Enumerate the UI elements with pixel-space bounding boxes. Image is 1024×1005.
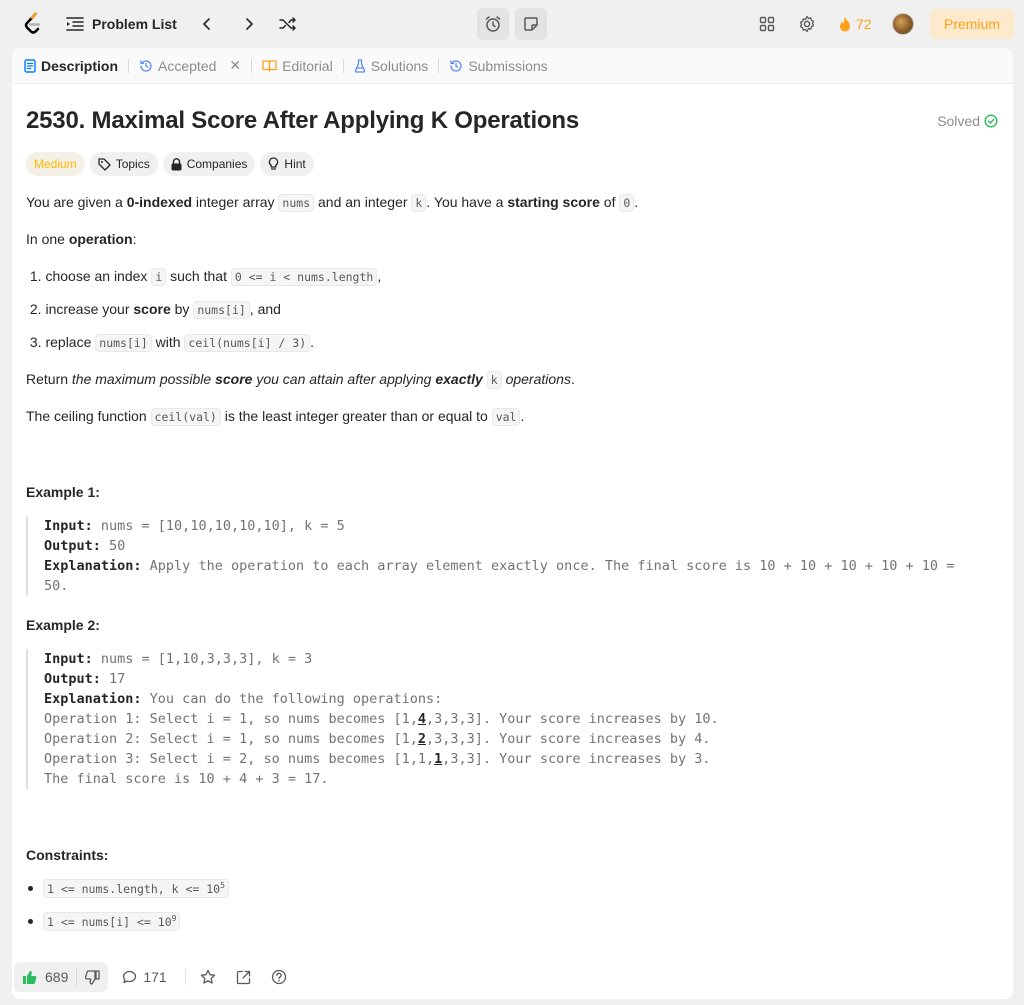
tab-description[interactable]: Description <box>24 58 118 74</box>
lock-icon <box>171 157 182 170</box>
topics-tag[interactable]: Topics <box>89 152 158 176</box>
example-1-block: Input: nums = [10,10,10,10,10], k = 5 Ou… <box>26 516 998 596</box>
like-button[interactable]: 689 <box>14 962 76 992</box>
premium-button[interactable]: Premium <box>930 9 1014 39</box>
question-circle-icon <box>271 969 286 985</box>
example-2-header: Example 2: <box>26 617 100 633</box>
tab-divider <box>342 58 344 73</box>
solved-status: Solved <box>937 113 998 129</box>
constraints-header: Constraints: <box>26 847 109 863</box>
layout-icon[interactable] <box>756 13 778 35</box>
document-icon <box>24 58 36 73</box>
problem-panel: Description Accepted ✕ Editorial Solutio… <box>12 48 1013 999</box>
vote-group: 689 <box>14 962 109 992</box>
user-avatar[interactable] <box>891 13 914 35</box>
streak-counter[interactable]: 72 <box>838 16 872 33</box>
ceil-note: The ceiling function ceil(val) is the le… <box>26 408 525 426</box>
streak-count: 72 <box>856 16 872 32</box>
constraint-item: 1 <= nums.length, k <= 105 <box>26 879 229 898</box>
tab-divider <box>128 58 130 73</box>
bottom-divider <box>184 969 186 985</box>
bullet-dot <box>28 918 33 924</box>
center-toolbar <box>477 8 547 40</box>
tag-icon <box>98 157 111 171</box>
tab-editorial[interactable]: Editorial <box>262 58 333 74</box>
history-icon <box>450 59 462 72</box>
alarm-clock-icon <box>485 16 501 32</box>
note-icon <box>524 17 538 31</box>
star-icon <box>200 969 215 984</box>
close-icon[interactable]: ✕ <box>229 57 241 74</box>
problem-list-nav: Problem List <box>66 12 297 36</box>
history-icon <box>140 59 152 72</box>
prev-problem-icon[interactable] <box>195 12 219 36</box>
statement-paragraph: You are given a 0-indexed integer array … <box>26 194 639 212</box>
lightbulb-icon <box>269 157 279 170</box>
example-1-header: Example 1: <box>26 484 100 500</box>
notes-button[interactable] <box>515 8 547 40</box>
hint-tag[interactable]: Hint <box>260 152 314 176</box>
timer-button[interactable] <box>477 8 509 40</box>
step-2: 2. increase your score by nums[i], and <box>26 301 281 319</box>
top-navbar: Problem List 72 Premium <box>0 0 1024 48</box>
user-toolbar: 72 <box>756 8 914 40</box>
book-icon <box>262 60 277 72</box>
return-statement: Return the maximum possible score you ca… <box>26 371 575 389</box>
next-problem-icon[interactable] <box>237 12 261 36</box>
problem-list-link[interactable]: Problem List <box>92 16 177 32</box>
favorite-button[interactable] <box>200 969 216 985</box>
tab-solutions[interactable]: Solutions <box>354 58 428 74</box>
step-1: 1. choose an index i such that 0 <= i < … <box>26 268 382 286</box>
constraint-item: 1 <= nums[i] <= 109 <box>26 912 181 931</box>
difficulty-badge: Medium <box>26 152 85 176</box>
thumbs-up-icon <box>23 970 37 984</box>
comment-icon <box>123 970 137 983</box>
comment-count: 171 <box>143 969 167 985</box>
problem-tags: Medium Topics Companies Hint <box>26 152 314 176</box>
list-icon[interactable] <box>66 16 84 32</box>
panel-tabs: Description Accepted ✕ Editorial Solutio… <box>12 48 1013 84</box>
tab-submissions[interactable]: Submissions <box>449 58 548 74</box>
share-icon <box>236 970 250 984</box>
shuffle-icon[interactable] <box>279 16 297 32</box>
tab-divider <box>251 58 253 73</box>
fire-icon <box>840 16 850 31</box>
tab-accepted[interactable]: Accepted ✕ <box>139 57 241 74</box>
flask-icon <box>354 58 365 73</box>
share-button[interactable] <box>236 970 251 985</box>
like-count: 689 <box>45 969 69 985</box>
thumbs-down-icon <box>85 969 101 985</box>
operation-intro: In one operation: <box>26 231 137 247</box>
problem-title: 2530. Maximal Score After Applying K Ope… <box>26 107 579 134</box>
bottom-action-bar: 689 171 <box>12 955 1013 999</box>
step-3: 3. replace nums[i] with ceil(nums[i] / 3… <box>26 334 315 352</box>
bullet-dot <box>28 885 33 891</box>
leetcode-logo[interactable] <box>22 12 44 36</box>
example-2-block: Input: nums = [1,10,3,3,3], k = 3 Output… <box>26 649 998 789</box>
dislike-button[interactable] <box>77 962 108 992</box>
companies-tag[interactable]: Companies <box>162 152 256 176</box>
settings-gear-icon[interactable] <box>796 13 818 35</box>
help-button[interactable] <box>271 969 287 985</box>
comments-button[interactable]: 171 <box>122 969 167 985</box>
tab-divider <box>438 58 440 73</box>
check-circle-icon <box>984 114 998 128</box>
